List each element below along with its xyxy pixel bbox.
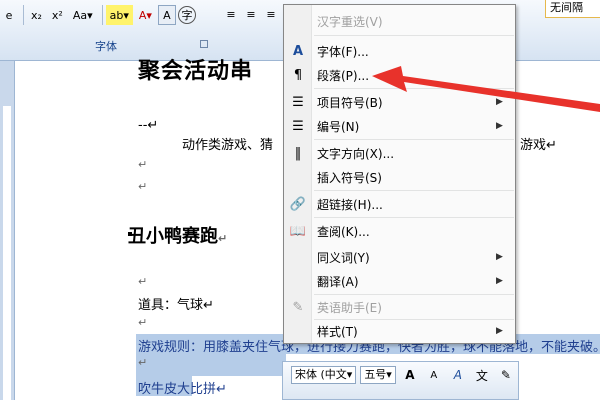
annotation-arrow-icon <box>372 66 600 112</box>
